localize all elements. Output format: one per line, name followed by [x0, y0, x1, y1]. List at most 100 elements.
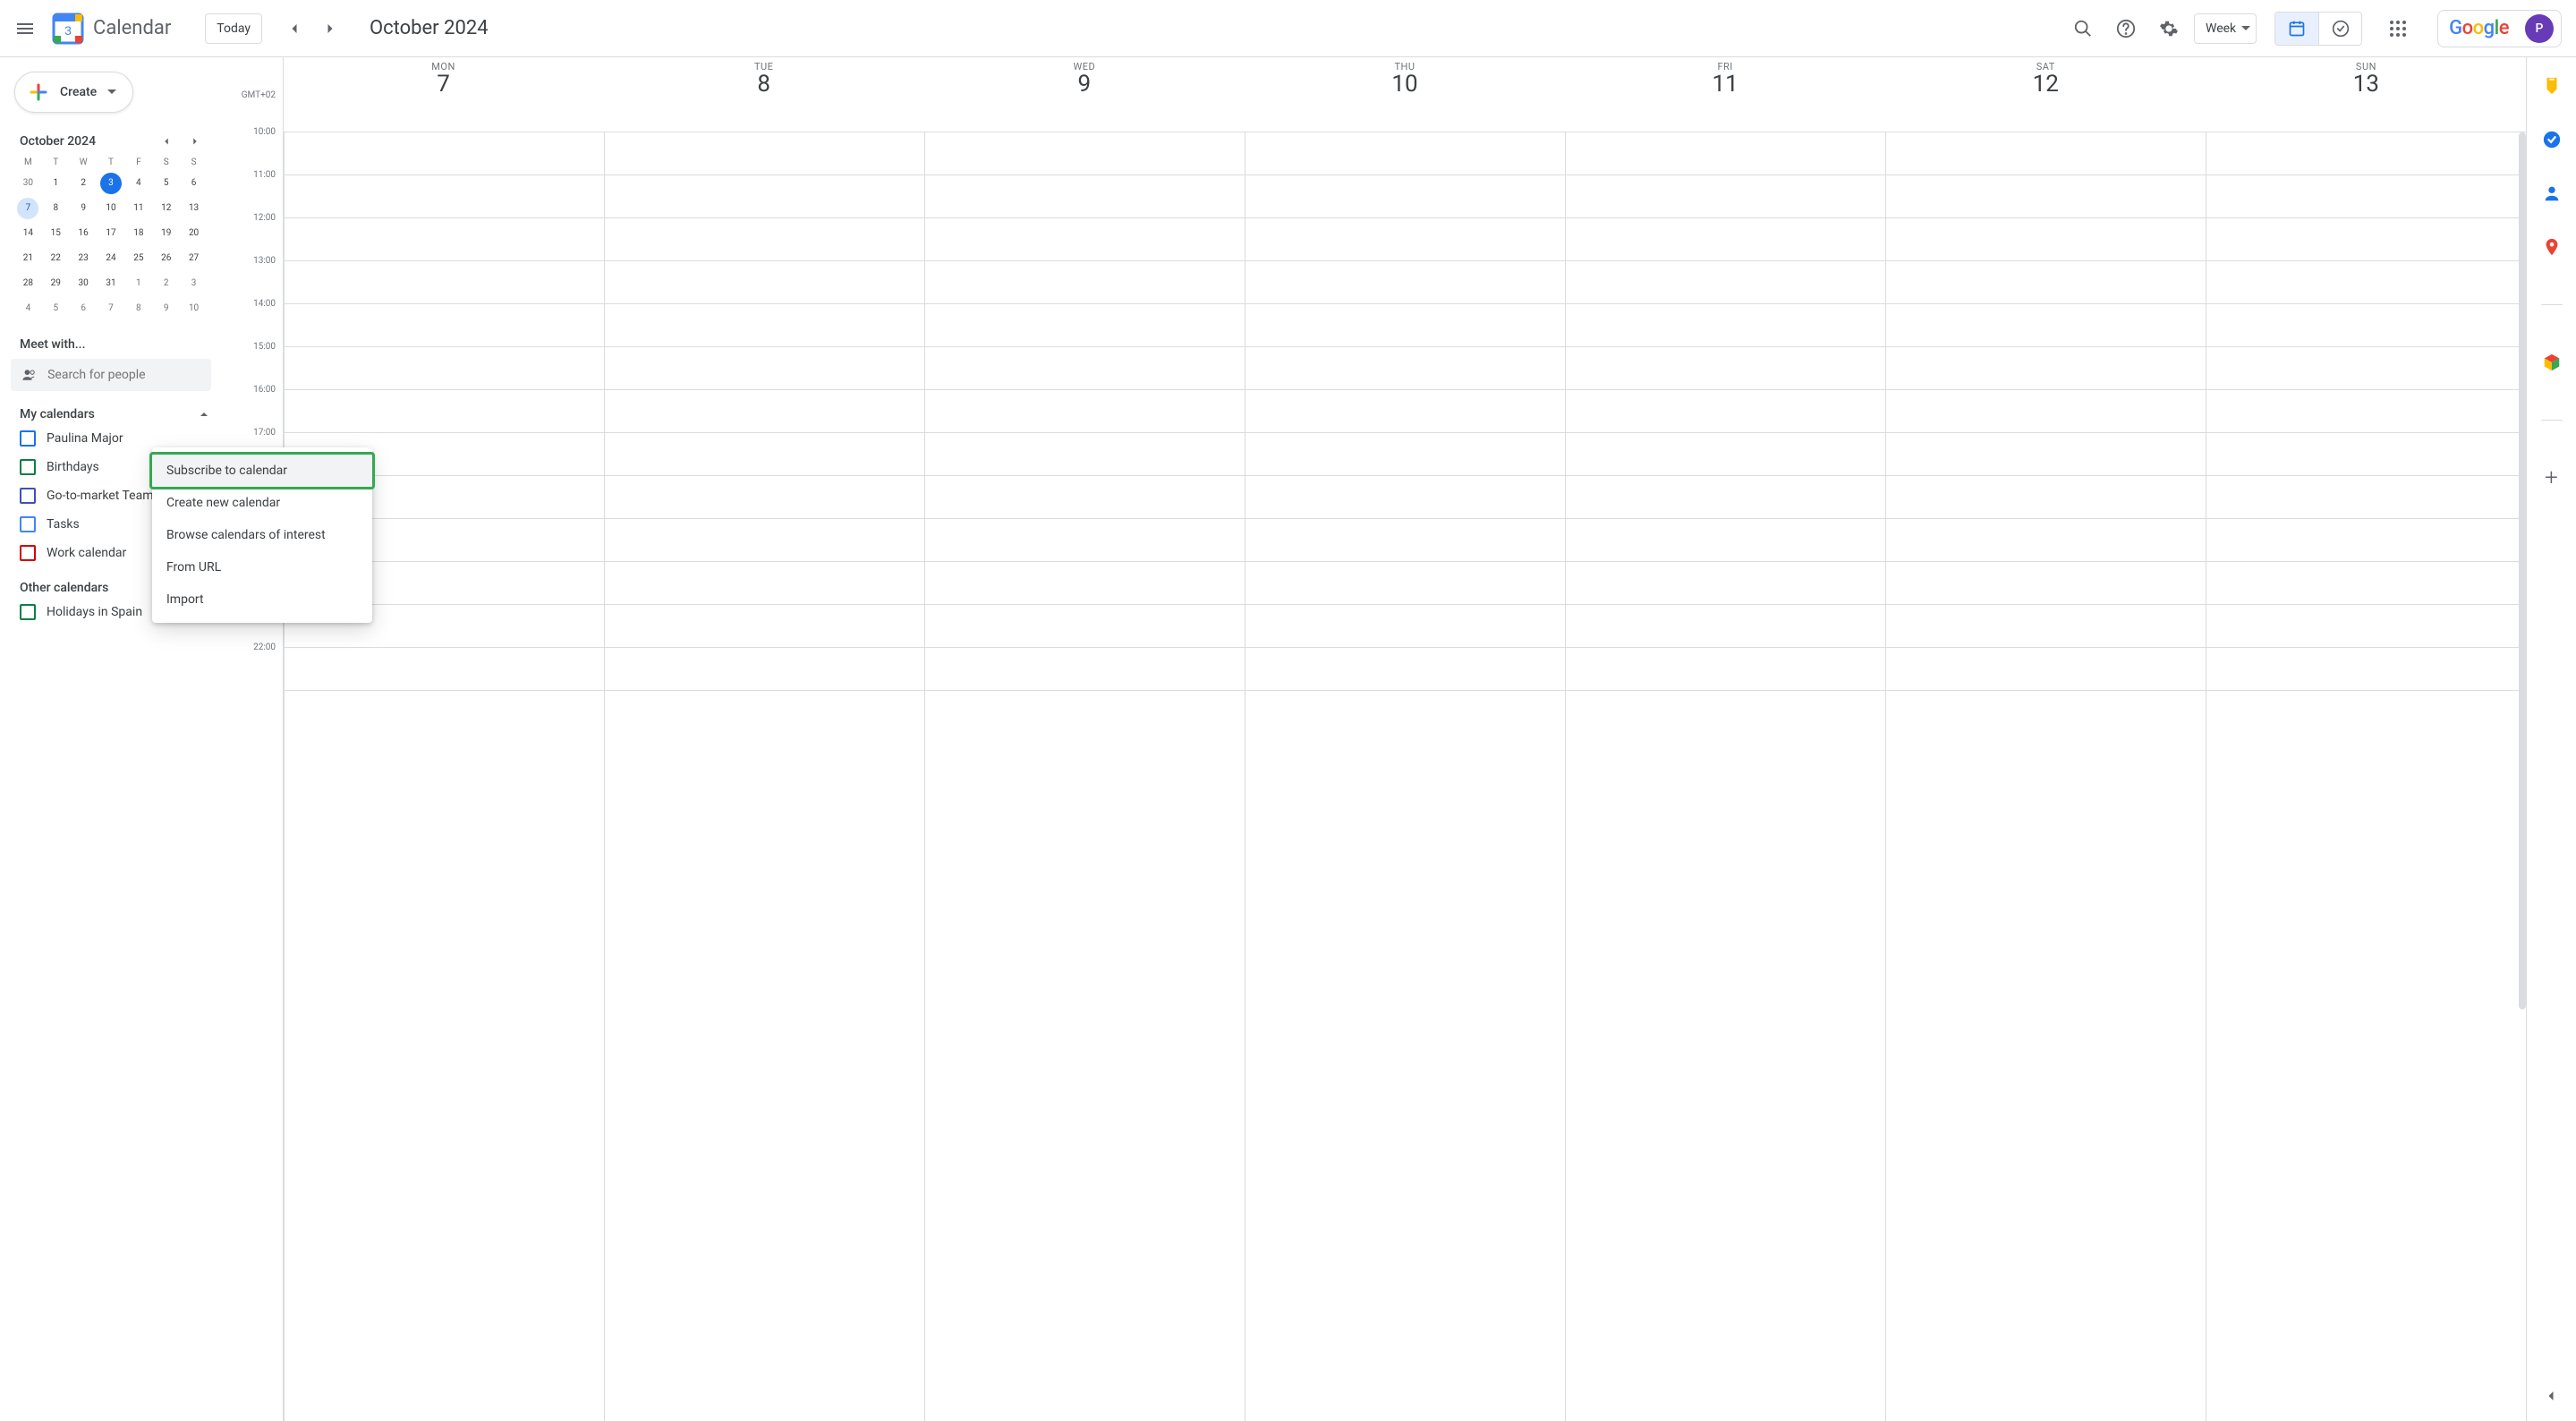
main-menu-button[interactable]	[7, 11, 43, 47]
support-button[interactable]	[2108, 11, 2144, 47]
today-button[interactable]: Today	[205, 13, 262, 44]
mini-day-cell[interactable]: 16	[70, 223, 98, 244]
hour-cell[interactable]	[2206, 390, 2526, 433]
mini-day-cell[interactable]: 14	[14, 223, 42, 244]
hour-cell[interactable]	[2206, 175, 2526, 218]
google-apps-button[interactable]	[2380, 11, 2416, 47]
mini-day-cell[interactable]: 23	[70, 248, 98, 269]
hour-cell[interactable]	[2206, 218, 2526, 261]
menu-item-create-new-calendar[interactable]: Create new calendar	[152, 487, 372, 519]
mini-day-cell[interactable]: 30	[70, 273, 98, 294]
tasks-icon[interactable]	[2534, 122, 2570, 157]
mini-day-cell[interactable]: 17	[98, 223, 125, 244]
hour-cell[interactable]	[1886, 304, 2206, 347]
mini-day-cell[interactable]: 12	[152, 198, 180, 219]
hour-cell[interactable]	[925, 175, 1245, 218]
hour-cell[interactable]	[605, 605, 924, 648]
calendar-checkbox[interactable]	[20, 604, 36, 620]
hour-cell[interactable]	[1566, 347, 1885, 390]
mini-day-cell[interactable]: 6	[180, 173, 208, 194]
hour-cell[interactable]	[1566, 261, 1885, 304]
hour-cell[interactable]	[925, 433, 1245, 476]
hour-cell[interactable]	[605, 390, 924, 433]
calendar-checkbox[interactable]	[20, 516, 36, 532]
day-column[interactable]	[1885, 132, 2206, 1421]
hour-cell[interactable]	[1566, 175, 1885, 218]
hour-cell[interactable]	[1566, 304, 1885, 347]
hour-cell[interactable]	[285, 347, 604, 390]
hour-cell[interactable]	[605, 132, 924, 175]
hour-cell[interactable]	[925, 648, 1245, 691]
mini-day-cell[interactable]: 10	[180, 298, 208, 319]
mini-day-cell[interactable]: 19	[152, 223, 180, 244]
mini-day-cell[interactable]: 28	[14, 273, 42, 294]
hour-cell[interactable]	[1566, 390, 1885, 433]
hour-cell[interactable]	[1245, 433, 1565, 476]
maps-icon[interactable]	[2534, 229, 2570, 265]
hour-cell[interactable]	[1886, 648, 2206, 691]
hour-cell[interactable]	[1245, 132, 1565, 175]
search-button[interactable]	[2065, 11, 2101, 47]
hour-cell[interactable]	[1245, 519, 1565, 562]
menu-item-browse-calendars-of-interest[interactable]: Browse calendars of interest	[152, 519, 372, 551]
mini-day-cell[interactable]: 6	[70, 298, 98, 319]
mini-day-cell[interactable]: 4	[14, 298, 42, 319]
hour-cell[interactable]	[2206, 304, 2526, 347]
day-column[interactable]	[2206, 132, 2526, 1421]
hour-cell[interactable]	[925, 304, 1245, 347]
hour-cell[interactable]	[1245, 261, 1565, 304]
hour-cell[interactable]	[1566, 132, 1885, 175]
hour-cell[interactable]	[285, 132, 604, 175]
mini-day-cell[interactable]: 22	[42, 248, 70, 269]
menu-item-subscribe-to-calendar[interactable]: Subscribe to calendar	[152, 455, 372, 487]
hour-cell[interactable]	[605, 562, 924, 605]
mini-day-cell[interactable]: 10	[98, 198, 125, 219]
hour-cell[interactable]	[925, 476, 1245, 519]
calendar-checkbox[interactable]	[20, 459, 36, 475]
hour-cell[interactable]	[925, 390, 1245, 433]
hour-cell[interactable]	[1886, 132, 2206, 175]
hour-cell[interactable]	[1886, 476, 2206, 519]
calendar-checkbox[interactable]	[20, 488, 36, 504]
hour-cell[interactable]	[1245, 390, 1565, 433]
day-header[interactable]: SUN13	[2206, 57, 2526, 132]
hour-cell[interactable]	[2206, 433, 2526, 476]
mini-day-cell[interactable]: 26	[152, 248, 180, 269]
mini-next-button[interactable]	[184, 131, 206, 152]
menu-item-from-url[interactable]: From URL	[152, 551, 372, 583]
hour-cell[interactable]	[285, 648, 604, 691]
hour-cell[interactable]	[605, 476, 924, 519]
calendar-checkbox[interactable]	[20, 545, 36, 561]
menu-item-import[interactable]: Import	[152, 583, 372, 616]
hour-cell[interactable]	[1566, 433, 1885, 476]
day-column[interactable]	[924, 132, 1245, 1421]
hour-cell[interactable]	[1245, 218, 1565, 261]
mini-day-cell[interactable]: 4	[124, 173, 152, 194]
mini-day-cell[interactable]: 2	[70, 173, 98, 194]
hour-cell[interactable]	[605, 261, 924, 304]
hour-cell[interactable]	[1886, 390, 2206, 433]
hour-cell[interactable]	[1886, 519, 2206, 562]
mini-day-cell[interactable]: 3	[180, 273, 208, 294]
day-header[interactable]: WED9	[923, 57, 1244, 132]
mini-day-cell[interactable]: 20	[180, 223, 208, 244]
search-people-field[interactable]	[47, 368, 200, 382]
hour-cell[interactable]	[1566, 648, 1885, 691]
hour-cell[interactable]	[1245, 605, 1565, 648]
hour-cell[interactable]	[1886, 562, 2206, 605]
hour-cell[interactable]	[925, 605, 1245, 648]
hour-cell[interactable]	[2206, 648, 2526, 691]
hour-cell[interactable]	[605, 218, 924, 261]
hour-cell[interactable]	[1886, 218, 2206, 261]
day-header[interactable]: SAT12	[1885, 57, 2206, 132]
hour-cell[interactable]	[925, 562, 1245, 605]
hour-cell[interactable]	[1886, 433, 2206, 476]
show-side-panel-button[interactable]	[2533, 1378, 2569, 1414]
hour-cell[interactable]	[605, 648, 924, 691]
next-period-button[interactable]	[312, 11, 348, 47]
hour-cell[interactable]	[2206, 476, 2526, 519]
addon-icon[interactable]	[2534, 345, 2570, 380]
hour-cell[interactable]	[1245, 562, 1565, 605]
mini-day-cell[interactable]: 27	[180, 248, 208, 269]
hour-cell[interactable]	[605, 175, 924, 218]
